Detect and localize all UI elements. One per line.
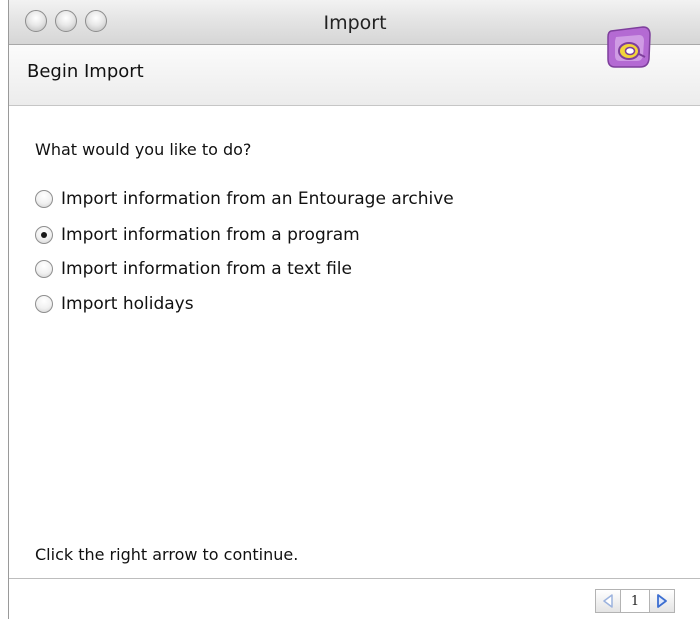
radio-holidays[interactable] [35,295,53,313]
option-program[interactable]: Import information from a program [35,222,360,248]
page-title: Begin Import [27,61,144,82]
previous-page-button[interactable] [595,589,621,613]
next-page-button[interactable] [649,589,675,613]
title-bar[interactable]: Import [9,0,700,45]
option-label: Import information from an Entourage arc… [61,189,454,209]
option-label: Import information from a text file [61,259,352,279]
option-text-file[interactable]: Import information from a text file [35,256,352,282]
radio-program[interactable] [35,226,53,244]
header-band: Begin Import [9,45,700,106]
option-label: Import information from a program [61,225,360,245]
page-navigator: 1 [595,588,675,614]
option-entourage-archive[interactable]: Import information from an Entourage arc… [35,186,454,212]
window-title: Import [323,12,387,34]
radio-entourage-archive[interactable] [35,190,53,208]
entourage-logo-icon [607,26,651,68]
radio-text-file[interactable] [35,260,53,278]
instruction-text: Click the right arrow to continue. [35,545,299,564]
left-arrow-icon [603,594,613,608]
question-label: What would you like to do? [35,140,252,159]
footer-divider [9,578,700,579]
right-arrow-icon [657,594,667,608]
page-number: 1 [621,589,649,613]
option-label: Import holidays [61,294,194,314]
import-window: Import Begin Import What would you like … [8,0,700,619]
option-holidays[interactable]: Import holidays [35,291,194,317]
